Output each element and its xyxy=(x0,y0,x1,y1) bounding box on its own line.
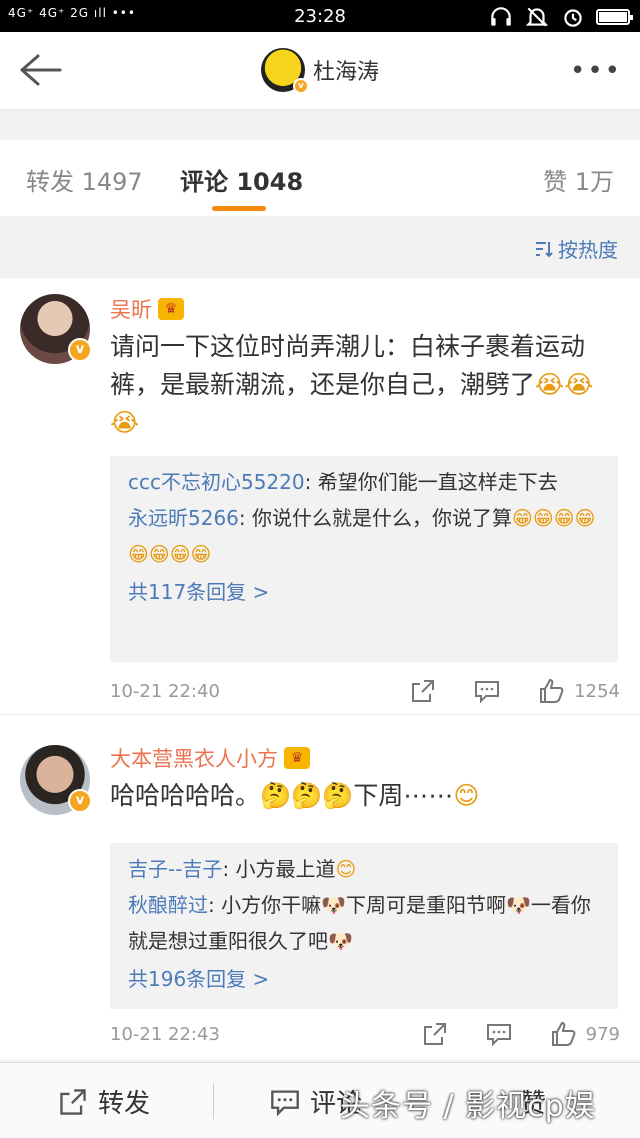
sort-by-hot-button[interactable]: 按热度 xyxy=(534,234,618,263)
active-tab-indicator xyxy=(212,206,266,211)
verified-badge-icon: v xyxy=(292,78,309,94)
reply-item: 吉子--吉子: 小方最上道😊 xyxy=(128,851,600,887)
reply-author[interactable]: 永远昕5266 xyxy=(128,506,239,530)
comment-author[interactable]: 大本营黑衣人小方 ♛ xyxy=(110,743,310,773)
view-all-replies-link[interactable]: 共117条回复 > xyxy=(128,574,600,610)
reply-item: 永远昕5266: 你说什么就是什么，你说了算😁😁😁😁😁😁😁😁 xyxy=(128,500,600,572)
comment-icon xyxy=(486,1024,511,1047)
battery-icon xyxy=(596,9,633,25)
divider xyxy=(0,110,640,140)
thumbs-up-icon xyxy=(551,1021,576,1046)
like-count: 979 xyxy=(585,1023,620,1045)
more-options-icon[interactable]: ••• xyxy=(570,56,622,86)
comment-meta: 10-21 22:43 979 xyxy=(110,1021,620,1047)
reply-author[interactable]: ccc不忘初心55220 xyxy=(128,470,305,494)
status-bar: 4G⁺ 4G⁺ 2G ıll ••• 23:28 xyxy=(0,0,640,32)
comment-body-continued: 下周⋯⋯ xyxy=(353,781,454,810)
profile-header[interactable]: v 杜海涛 xyxy=(0,48,640,94)
sort-icon xyxy=(536,241,553,257)
verified-badge-icon: v xyxy=(68,338,92,362)
share-icon xyxy=(423,1023,446,1045)
comment-icon xyxy=(475,681,500,704)
avatar[interactable]: v xyxy=(20,294,92,364)
comment-time: 10-21 22:43 xyxy=(110,1023,220,1045)
comment-text: 哈哈哈哈哈。🤔🤔🤔下周⋯⋯😊 xyxy=(110,777,620,815)
repost-button[interactable]: 转发 xyxy=(58,1083,150,1120)
like-comment-button[interactable]: 1254 xyxy=(538,678,620,704)
repost-comment-button[interactable] xyxy=(410,678,436,704)
reply-item: ccc不忘初心55220: 希望你们能一直这样走下去 xyxy=(128,464,600,500)
avatar[interactable]: v xyxy=(260,48,309,94)
comment-body: 请问一下这位时尚弄潮儿：白袜子裹着运动裤，是最新潮流，还是你自己，潮劈了 xyxy=(110,332,586,399)
reply-colon: : xyxy=(208,893,222,917)
reply-colon: : xyxy=(304,470,318,494)
status-icons xyxy=(488,4,633,30)
reply-preview[interactable]: ccc不忘初心55220: 希望你们能一直这样走下去 永远昕5266: 你说什么… xyxy=(110,456,618,662)
watermark: 头条号 / 影视cp娱 xyxy=(340,1089,596,1124)
reply-text: 你说什么就是什么，你说了算 xyxy=(252,506,513,530)
comment-author-name[interactable]: 吴昕 xyxy=(110,294,152,324)
tab-bar: 转发 1497 评论 1048 赞 1万 xyxy=(0,140,640,216)
view-all-replies-link[interactable]: 共196条回复 > xyxy=(128,961,600,997)
reply-comment-button[interactable] xyxy=(486,1021,512,1047)
reply-text: 小方最上道 xyxy=(235,857,336,881)
comment-author-name[interactable]: 大本营黑衣人小方 xyxy=(110,743,278,773)
share-icon xyxy=(60,1088,86,1115)
reply-text: 希望你们能一直这样走下去 xyxy=(317,470,558,494)
comment-author[interactable]: 吴昕 ♛ xyxy=(110,294,184,324)
tab-reposts[interactable]: 转发 1497 xyxy=(26,162,143,197)
reply-comment-button[interactable] xyxy=(474,678,500,704)
reply-colon: : xyxy=(222,857,236,881)
smile-emoji-icon: 😊 xyxy=(453,781,480,810)
page-title: 杜海涛 xyxy=(312,60,379,85)
tab-likes[interactable]: 赞 1万 xyxy=(543,162,614,197)
comment-body: 哈哈哈哈哈。 xyxy=(110,781,261,810)
verified-badge-icon: v xyxy=(68,789,92,813)
comment-item: v 大本营黑衣人小方 ♛ 哈哈哈哈哈。🤔🤔🤔下周⋯⋯😊 吉子--吉子: 小方最上… xyxy=(0,714,640,1060)
tab-comments[interactable]: 评论 1048 xyxy=(180,162,303,197)
repost-comment-button[interactable] xyxy=(422,1021,448,1047)
reply-author[interactable]: 吉子--吉子 xyxy=(128,857,222,881)
reply-colon: : xyxy=(238,506,253,530)
share-icon xyxy=(412,680,435,702)
divider xyxy=(213,1083,214,1119)
smile-emoji-icon: 😊 xyxy=(335,857,357,881)
sort-label: 按热度 xyxy=(558,238,618,262)
like-comment-button[interactable]: 979 xyxy=(550,1021,620,1047)
reply-preview[interactable]: 吉子--吉子: 小方最上道😊 秋酿醉过: 小方你干嘛🐶下周可是重阳节啊🐶一看你就… xyxy=(110,843,618,1009)
sort-bar: 按热度 xyxy=(0,216,640,278)
avatar[interactable]: v xyxy=(20,745,92,815)
thinking-emoji-icon: 🤔🤔🤔 xyxy=(260,781,354,810)
comment-meta: 10-21 22:40 1254 xyxy=(110,678,620,704)
vip-crown-icon: ♛ xyxy=(284,747,310,769)
comment-text: 请问一下这位时尚弄潮儿：白袜子裹着运动裤，是最新潮流，还是你自己，潮劈了😭😭😭 xyxy=(110,328,620,442)
thumbs-up-icon xyxy=(540,678,564,703)
repost-label: 转发 xyxy=(98,1089,151,1119)
comment-time: 10-21 22:40 xyxy=(110,680,220,702)
reply-author[interactable]: 秋酿醉过 xyxy=(128,893,208,917)
like-count: 1254 xyxy=(574,680,620,702)
bell-muted-icon xyxy=(525,7,549,27)
comment-item: v 吴昕 ♛ 请问一下这位时尚弄潮儿：白袜子裹着运动裤，是最新潮流，还是你自己，… xyxy=(0,278,640,714)
vip-crown-icon: ♛ xyxy=(158,298,184,320)
reply-item: 秋酿醉过: 小方你干嘛🐶下周可是重阳节啊🐶一看你就是想过重阳很久了吧🐶 xyxy=(128,887,600,959)
top-nav: v 杜海涛 ••• xyxy=(0,32,640,110)
comment-icon xyxy=(271,1089,299,1116)
bottom-action-bar: 转发 评论 赞 头条号 / 影视cp娱 xyxy=(0,1062,640,1138)
headset-icon xyxy=(491,7,511,26)
alarm-icon xyxy=(564,9,582,27)
